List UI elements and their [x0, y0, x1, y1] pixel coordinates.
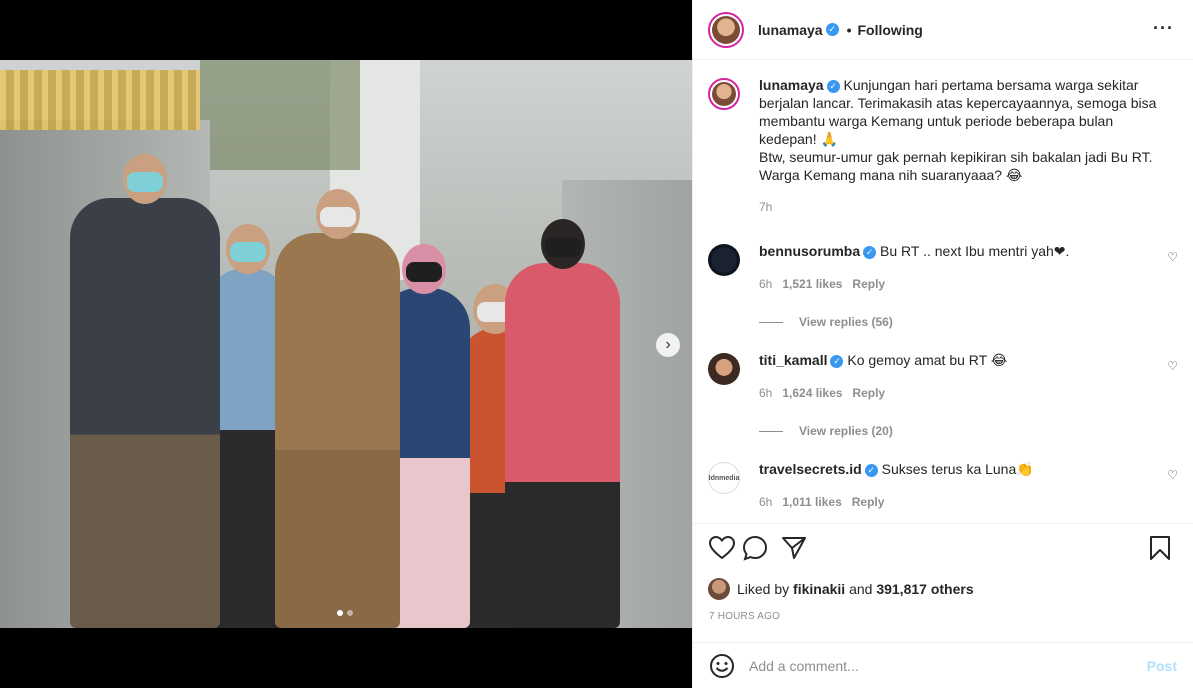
more-options-icon[interactable]: ··· — [1153, 18, 1174, 39]
post-timestamp[interactable]: 7 HOURS AGO — [709, 611, 780, 622]
comment-time[interactable]: 6h — [759, 277, 772, 291]
post-header: lunamaya ✓ • Following ··· — [693, 0, 1193, 60]
liked-by-prefix: Liked by — [737, 581, 790, 597]
comment-username[interactable]: titi_kamall — [759, 352, 827, 368]
comment-likes[interactable]: 1,521 likes — [782, 277, 842, 291]
photo-person — [70, 154, 220, 628]
avatar[interactable] — [708, 11, 744, 48]
comment: bennusorumba ✓ Bu RT .. next Ibu mentri y… — [708, 242, 1178, 293]
avatar[interactable] — [708, 78, 740, 110]
verified-icon: ✓ — [826, 79, 840, 93]
caption: lunamaya ✓ Kunjungan hari pertama bersama… — [708, 76, 1178, 216]
caption-time[interactable]: 7h — [759, 200, 772, 214]
heart-icon[interactable] — [708, 534, 736, 562]
photo-trees — [200, 60, 360, 170]
verified-icon: ✓ — [825, 23, 839, 36]
view-replies-label: View replies (56) — [799, 315, 893, 329]
photo-person — [505, 219, 620, 628]
comments-section: lunamaya ✓ Kunjungan hari pertama bersama… — [693, 60, 1193, 524]
bookmark-icon[interactable] — [1146, 534, 1174, 562]
comment-time[interactable]: 6h — [759, 495, 772, 509]
comment-like-heart-icon[interactable]: ♡ — [1167, 250, 1178, 264]
carousel-next-button[interactable]: › — [656, 333, 680, 357]
comment-likes[interactable]: 1,011 likes — [782, 495, 841, 509]
reply-button[interactable]: Reply — [852, 386, 885, 400]
comment-text: Bu RT .. next Ibu mentri yah❤. — [880, 243, 1070, 259]
emoji-icon[interactable] — [709, 653, 735, 679]
reply-button[interactable]: Reply — [852, 277, 885, 291]
likes-others-count[interactable]: 391,817 others — [876, 581, 973, 597]
comment-likes[interactable]: 1,624 likes — [782, 386, 842, 400]
carousel-dot — [347, 610, 353, 616]
liker-username[interactable]: fikinakii — [793, 581, 845, 597]
post-comment-button[interactable]: Post — [1147, 658, 1177, 674]
add-comment-bar: Post — [693, 642, 1193, 688]
add-comment-input[interactable] — [749, 657, 1129, 674]
instagram-post: › lunamaya ✓ • Following ··· lunamaya ✓ K… — [0, 0, 1193, 688]
separator-dot: • — [846, 21, 852, 38]
liker-avatar[interactable] — [708, 578, 730, 600]
post-sidebar: lunamaya ✓ • Following ··· lunamaya ✓ Kun… — [692, 0, 1193, 688]
comment: titi_kamall ✓ Ko gemoy amat bu RT 😂 6h 1,6… — [708, 351, 1178, 402]
avatar[interactable] — [708, 353, 740, 385]
comment-text: Ko gemoy amat bu RT 😂 — [847, 352, 1008, 368]
comment: Idnmedia travelsecrets.id ✓ Sukses terus … — [708, 460, 1178, 511]
verified-icon: ✓ — [864, 463, 878, 477]
view-replies-button[interactable]: View replies (20) — [759, 424, 1178, 438]
action-bar — [708, 534, 1178, 566]
caption-text: Btw, seumur-umur gak pernah kepikiran si… — [759, 149, 1153, 183]
carousel-dot — [337, 610, 343, 616]
comment-username[interactable]: bennusorumba — [759, 243, 860, 259]
post-media: › — [0, 0, 692, 688]
post-photo[interactable] — [0, 60, 692, 628]
view-replies-label: View replies (20) — [799, 424, 893, 438]
comment-like-heart-icon[interactable]: ♡ — [1167, 359, 1178, 373]
comment-text: Sukses terus ka Luna👏 — [881, 461, 1034, 477]
avatar[interactable]: Idnmedia — [708, 462, 740, 494]
verified-icon: ✓ — [830, 354, 844, 368]
chevron-right-icon: › — [665, 336, 671, 353]
liked-by-joiner: and — [849, 581, 873, 597]
likes-summary: Liked by fikinakii and 391,817 others — [708, 578, 974, 600]
avatar[interactable] — [708, 244, 740, 276]
carousel-indicator — [337, 610, 353, 616]
view-replies-button[interactable]: View replies (56) — [759, 315, 1178, 329]
comment-username[interactable]: travelsecrets.id — [759, 461, 862, 477]
post-username[interactable]: lunamaya — [758, 22, 823, 38]
following-button[interactable]: Following — [858, 22, 923, 38]
comment-icon[interactable] — [741, 534, 769, 562]
caption-username[interactable]: lunamaya — [759, 77, 824, 93]
comment-time[interactable]: 6h — [759, 386, 772, 400]
verified-icon: ✓ — [863, 245, 877, 259]
comment-like-heart-icon[interactable]: ♡ — [1167, 468, 1178, 482]
avatar-logo-text: Idnmedia — [708, 474, 740, 482]
share-icon[interactable] — [780, 534, 808, 562]
photo-person — [275, 189, 400, 628]
reply-button[interactable]: Reply — [852, 495, 885, 509]
photo-railing — [0, 70, 200, 130]
